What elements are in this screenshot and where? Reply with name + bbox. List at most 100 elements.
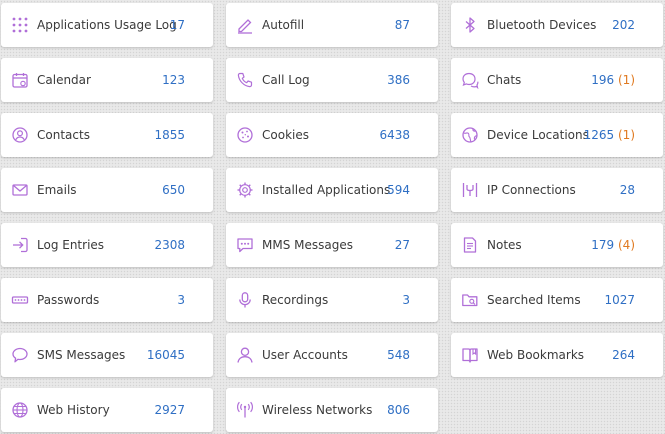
message-dots-icon (236, 236, 254, 254)
category-card-chats[interactable]: Chats 196 (1) (451, 58, 663, 102)
category-label: Passwords (37, 293, 100, 307)
count-value: 1265 (583, 128, 615, 142)
category-count: 2308 (154, 223, 185, 267)
category-card-web-history[interactable]: Web History 2927 (1, 388, 213, 432)
category-label: Emails (37, 183, 77, 197)
category-label: Notes (487, 238, 522, 252)
count-value: 202 (612, 18, 635, 32)
login-arrow-icon (11, 236, 29, 254)
antenna-icon (236, 401, 254, 419)
category-label: Recordings (262, 293, 329, 307)
category-count: 806 (387, 388, 410, 432)
count-value: 2927 (154, 403, 185, 417)
envelope-icon (11, 181, 29, 199)
cookie-icon (236, 126, 254, 144)
network-icon (461, 181, 479, 199)
count-value: 17 (169, 18, 185, 32)
count-value: 3 (402, 293, 410, 307)
category-card-ip-connections[interactable]: IP Connections 28 (451, 168, 663, 212)
count-value: 123 (162, 73, 185, 87)
category-count: 28 (620, 168, 635, 212)
count-extra: (4) (618, 238, 635, 252)
count-value: 650 (162, 183, 185, 197)
speech-bubble-icon (11, 346, 29, 364)
category-label: Chats (487, 73, 522, 87)
category-card-user-accounts[interactable]: User Accounts 548 (226, 333, 438, 377)
category-grid: Applications Usage Log 17 Autofill 87 Blueto… (0, 0, 665, 434)
count-value: 87 (394, 18, 410, 32)
category-count: 87 (395, 3, 410, 47)
category-label: Call Log (262, 73, 310, 87)
globe-icon (11, 401, 29, 419)
category-card-wireless-networks[interactable]: Wireless Networks 806 (226, 388, 438, 432)
category-card-emails[interactable]: Emails 650 (1, 168, 213, 212)
count-value: 548 (387, 348, 410, 362)
category-label: Web History (37, 403, 110, 417)
count-value: 196 (591, 73, 615, 87)
count-value: 806 (387, 403, 410, 417)
count-value: 27 (394, 238, 410, 252)
category-label: Web Bookmarks (487, 348, 585, 362)
category-label: SMS Messages (37, 348, 126, 362)
category-count: 6438 (379, 113, 410, 157)
count-value: 594 (387, 183, 410, 197)
category-label: Searched Items (487, 293, 581, 307)
grid-dots-icon (11, 16, 29, 34)
gear-app-icon (236, 181, 254, 199)
category-card-bluetooth-devices[interactable]: Bluetooth Devices 202 (451, 3, 663, 47)
category-label: Cookies (262, 128, 309, 142)
category-label: User Accounts (262, 348, 348, 362)
category-card-mms-messages[interactable]: MMS Messages 27 (226, 223, 438, 267)
category-label: Log Entries (37, 238, 105, 252)
count-value: 1027 (604, 293, 635, 307)
category-card-call-log[interactable]: Call Log 386 (226, 58, 438, 102)
category-count: 16045 (147, 333, 185, 377)
category-count: 1855 (154, 113, 185, 157)
category-card-installed-applications[interactable]: Installed Applications 594 (226, 168, 438, 212)
contact-icon (11, 126, 29, 144)
count-value: 1855 (154, 128, 185, 142)
category-card-passwords[interactable]: Passwords 3 (1, 278, 213, 322)
category-count: 3 (402, 278, 410, 322)
category-count: 179 (4) (591, 223, 635, 267)
count-value: 3 (177, 293, 185, 307)
count-value: 28 (619, 183, 635, 197)
password-icon (11, 291, 29, 309)
phone-icon (236, 71, 254, 89)
category-count: 594 (387, 168, 410, 212)
category-count: 27 (395, 223, 410, 267)
category-card-cookies[interactable]: Cookies 6438 (226, 113, 438, 157)
category-count: 386 (387, 58, 410, 102)
category-card-web-bookmarks[interactable]: Web Bookmarks 264 (451, 333, 663, 377)
category-count: 202 (612, 3, 635, 47)
category-count: 3 (177, 278, 185, 322)
category-label: Autofill (262, 18, 305, 32)
category-card-device-locations[interactable]: Device Locations 1265 (1) (451, 113, 663, 157)
category-card-applications-usage-log[interactable]: Applications Usage Log 17 (1, 3, 213, 47)
category-count: 196 (1) (591, 58, 635, 102)
note-icon (461, 236, 479, 254)
category-label: Contacts (37, 128, 90, 142)
category-count: 548 (387, 333, 410, 377)
category-card-notes[interactable]: Notes 179 (4) (451, 223, 663, 267)
folder-search-icon (461, 291, 479, 309)
category-count: 264 (612, 333, 635, 377)
count-value: 386 (387, 73, 410, 87)
chat-bubbles-icon (461, 71, 479, 89)
category-count: 123 (162, 58, 185, 102)
category-label: Wireless Networks (262, 403, 373, 417)
category-card-contacts[interactable]: Contacts 1855 (1, 113, 213, 157)
category-card-log-entries[interactable]: Log Entries 2308 (1, 223, 213, 267)
pen-icon (236, 16, 254, 34)
category-card-searched-items[interactable]: Searched Items 1027 (451, 278, 663, 322)
category-label: Calendar (37, 73, 91, 87)
microphone-icon (236, 291, 254, 309)
category-card-recordings[interactable]: Recordings 3 (226, 278, 438, 322)
count-extra: (1) (618, 73, 635, 87)
category-card-autofill[interactable]: Autofill 87 (226, 3, 438, 47)
book-icon (461, 346, 479, 364)
category-label: Bluetooth Devices (487, 18, 597, 32)
category-card-sms-messages[interactable]: SMS Messages 16045 (1, 333, 213, 377)
category-label: IP Connections (487, 183, 576, 197)
category-card-calendar[interactable]: Calendar 123 (1, 58, 213, 102)
